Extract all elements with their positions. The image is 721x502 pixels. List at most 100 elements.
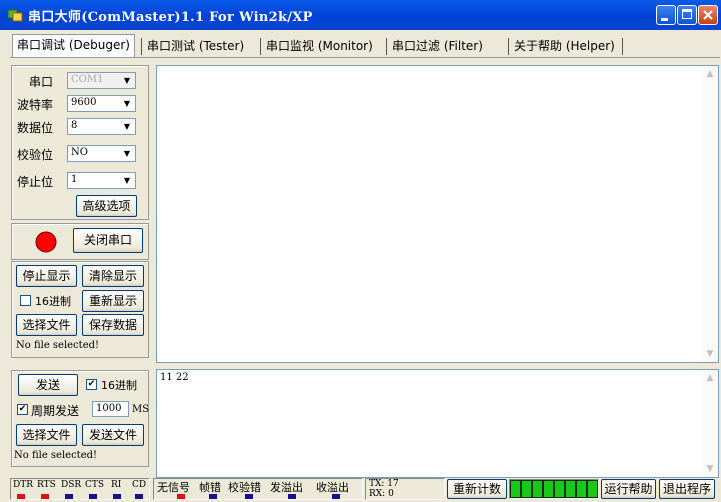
signal-dsr-led	[65, 494, 73, 499]
port-status-indicator	[35, 231, 57, 253]
databits-label: 数据位	[17, 121, 54, 135]
send-scrollbar[interactable]: ▲ ▼	[702, 370, 718, 477]
maximize-icon	[682, 9, 692, 19]
receive-textarea[interactable]: ▲ ▼	[156, 65, 719, 363]
signal-dsr-label: DSR	[61, 480, 82, 490]
app-icon	[7, 9, 23, 22]
signal-dtr-label: DTR	[13, 480, 33, 490]
maximize-button[interactable]	[677, 5, 697, 25]
stopbits-value: 1	[71, 174, 78, 185]
close-icon	[703, 10, 713, 20]
signal-dtr-led	[17, 494, 25, 499]
error-frame-led	[209, 494, 217, 499]
exit-program-button[interactable]: 退出程序	[659, 479, 715, 499]
redisplay-button[interactable]: 重新显示	[82, 290, 144, 312]
error-recv-overflow-label: 收溢出	[316, 481, 349, 494]
send-button[interactable]: 发送	[18, 374, 78, 396]
title-bar[interactable]: 串口大师(ComMaster)1.1 For Win2k/XP	[0, 0, 721, 30]
port-settings-group: 串口 COM1 ▼ 波特率 9600 ▼ 数据位 8 ▼ 校验位 NO ▼ 停止…	[11, 65, 149, 220]
tab-tester[interactable]: 串口测试 (Tester)	[143, 36, 248, 56]
tab-separator	[260, 38, 261, 55]
display-file-status: No file selected!	[16, 340, 100, 351]
stopbits-label: 停止位	[17, 175, 54, 189]
send-text: 11 22	[160, 372, 189, 383]
scroll-down-icon: ▼	[706, 464, 714, 474]
baud-value: 9600	[71, 97, 97, 108]
chevron-down-icon: ▼	[123, 99, 131, 108]
stop-display-button[interactable]: 停止显示	[16, 265, 77, 287]
error-frame-label: 帧错	[199, 481, 221, 494]
choose-send-file-button[interactable]: 选择文件	[16, 424, 77, 446]
tab-separator	[508, 38, 509, 55]
display-hex-label: 16进制	[35, 295, 71, 308]
error-parity-led	[245, 494, 253, 499]
tab-helper[interactable]: 关于帮助 (Helper)	[510, 36, 619, 56]
period-send-label: 周期发送	[31, 404, 80, 418]
close-window-button[interactable]	[698, 5, 718, 25]
period-send-checkbox[interactable]: ✔	[17, 404, 28, 415]
error-recv-overflow-led	[332, 494, 340, 499]
display-hex-checkbox[interactable]	[20, 295, 31, 306]
tab-monitor[interactable]: 串口监视 (Monitor)	[262, 36, 377, 56]
check-icon: ✔	[18, 404, 27, 414]
send-file-status: No file selected!	[14, 450, 98, 461]
signal-lines-panel: DTR RTS DSR CTS RI CD	[10, 478, 150, 500]
signal-cd-led	[135, 494, 143, 499]
send-file-button[interactable]: 发送文件	[82, 424, 144, 446]
tab-separator	[386, 38, 387, 55]
send-hex-label: 16进制	[101, 379, 137, 392]
baud-label: 波特率	[17, 98, 54, 112]
stopbits-select[interactable]: 1 ▼	[67, 172, 136, 189]
databits-select[interactable]: 8 ▼	[67, 118, 136, 135]
parity-select[interactable]: NO ▼	[67, 145, 136, 162]
advanced-options-button[interactable]: 高级选项	[76, 195, 137, 217]
port-value: COM1	[71, 74, 104, 85]
save-data-button[interactable]: 保存数据	[82, 314, 144, 336]
error-flags-panel: 无信号 帧错 校验错 发溢出 收溢出	[153, 478, 363, 500]
error-parity-label: 校验错	[228, 481, 261, 494]
run-help-button[interactable]: 运行帮助	[601, 479, 656, 499]
signal-cts-label: CTS	[85, 480, 105, 490]
port-control-group: 关闭串口	[11, 223, 149, 260]
error-send-overflow-led	[288, 494, 296, 499]
databits-value: 8	[71, 120, 78, 131]
signal-cts-led	[89, 494, 97, 499]
window-title: 串口大师(ComMaster)1.1 For Win2k/XP	[28, 10, 313, 25]
send-options-group: 发送 ✔ 16进制 ✔ 周期发送 1000 MS 选择文件 发送文件 No fi…	[11, 370, 149, 467]
error-no-signal-led	[177, 494, 185, 499]
signal-ri-led	[113, 494, 121, 499]
counter-panel: TX: 17 RX: 0	[365, 478, 445, 500]
check-icon: ✔	[87, 379, 96, 389]
tab-separator	[622, 38, 623, 55]
baud-select[interactable]: 9600 ▼	[67, 95, 136, 112]
activity-meter	[509, 479, 599, 499]
send-hex-checkbox[interactable]: ✔	[86, 379, 97, 390]
tx-counter: TX: 17	[369, 479, 399, 489]
port-label: 串口	[29, 75, 54, 89]
minimize-icon	[661, 18, 668, 21]
error-no-signal-label: 无信号	[157, 481, 190, 494]
port-select[interactable]: COM1 ▼	[67, 72, 136, 89]
send-textarea[interactable]: 11 22 ▲ ▼	[156, 369, 719, 478]
close-port-button[interactable]: 关闭串口	[73, 228, 143, 253]
display-options-group: 停止显示 清除显示 16进制 重新显示 选择文件 保存数据 No file se…	[11, 261, 149, 358]
chevron-down-icon: ▼	[123, 149, 131, 158]
choose-file-button[interactable]: 选择文件	[16, 314, 77, 336]
tab-separator	[141, 38, 142, 55]
receive-scrollbar[interactable]: ▲ ▼	[702, 66, 718, 362]
parity-label: 校验位	[17, 148, 54, 162]
tab-filter[interactable]: 串口过滤 (Filter)	[388, 36, 487, 56]
period-value: 1000	[96, 403, 122, 414]
tab-debuger[interactable]: 串口调试 (Debuger)	[12, 34, 135, 57]
period-input[interactable]: 1000	[92, 401, 129, 417]
error-send-overflow-label: 发溢出	[270, 481, 303, 494]
reset-count-button[interactable]: 重新计数	[447, 479, 507, 499]
status-bar: DTR RTS DSR CTS RI CD 无信号 帧错 校验错 发溢出 收溢出…	[10, 478, 720, 501]
minimize-button[interactable]	[656, 5, 676, 25]
period-unit: MS	[132, 404, 150, 415]
clear-display-button[interactable]: 清除显示	[82, 265, 144, 287]
chevron-down-icon: ▼	[123, 76, 131, 85]
scroll-down-icon: ▼	[706, 349, 714, 359]
debugger-panel: 串口 COM1 ▼ 波特率 9600 ▼ 数据位 8 ▼ 校验位 NO ▼ 停止…	[10, 57, 720, 502]
signal-rts-led	[41, 494, 49, 499]
